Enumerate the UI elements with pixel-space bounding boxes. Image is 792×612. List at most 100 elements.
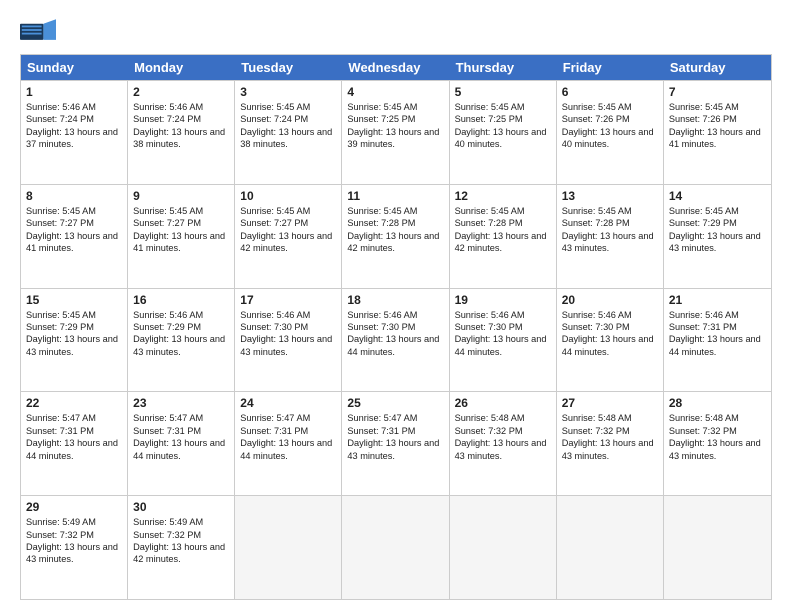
empty-cell (664, 496, 771, 599)
sunrise-text: Sunrise: 5:47 AM (240, 412, 336, 424)
empty-cell (235, 496, 342, 599)
day-number: 14 (669, 189, 766, 203)
sunrise-text: Sunrise: 5:47 AM (26, 412, 122, 424)
day-header-friday: Friday (557, 55, 664, 80)
day-cell-15: 15 Sunrise: 5:45 AM Sunset: 7:29 PM Dayl… (21, 289, 128, 392)
sunset-text: Sunset: 7:28 PM (562, 217, 658, 229)
daylight-text: Daylight: 13 hours and 43 minutes. (26, 333, 122, 358)
sunrise-text: Sunrise: 5:46 AM (347, 309, 443, 321)
day-number: 26 (455, 396, 551, 410)
day-number: 4 (347, 85, 443, 99)
daylight-text: Daylight: 13 hours and 40 minutes. (562, 126, 658, 151)
daylight-text: Daylight: 13 hours and 37 minutes. (26, 126, 122, 151)
calendar-row-4: 22 Sunrise: 5:47 AM Sunset: 7:31 PM Dayl… (21, 391, 771, 495)
day-number: 12 (455, 189, 551, 203)
sunrise-text: Sunrise: 5:48 AM (562, 412, 658, 424)
sunset-text: Sunset: 7:28 PM (347, 217, 443, 229)
daylight-text: Daylight: 13 hours and 44 minutes. (240, 437, 336, 462)
sunrise-text: Sunrise: 5:49 AM (26, 516, 122, 528)
daylight-text: Daylight: 13 hours and 40 minutes. (455, 126, 551, 151)
sunrise-text: Sunrise: 5:45 AM (240, 205, 336, 217)
sunset-text: Sunset: 7:29 PM (26, 321, 122, 333)
daylight-text: Daylight: 13 hours and 42 minutes. (455, 230, 551, 255)
day-number: 21 (669, 293, 766, 307)
sunset-text: Sunset: 7:31 PM (26, 425, 122, 437)
sunset-text: Sunset: 7:32 PM (669, 425, 766, 437)
day-cell-20: 20 Sunrise: 5:46 AM Sunset: 7:30 PM Dayl… (557, 289, 664, 392)
sunset-text: Sunset: 7:27 PM (240, 217, 336, 229)
day-cell-18: 18 Sunrise: 5:46 AM Sunset: 7:30 PM Dayl… (342, 289, 449, 392)
daylight-text: Daylight: 13 hours and 44 minutes. (347, 333, 443, 358)
calendar: SundayMondayTuesdayWednesdayThursdayFrid… (20, 54, 772, 600)
sunset-text: Sunset: 7:26 PM (669, 113, 766, 125)
sunrise-text: Sunrise: 5:46 AM (26, 101, 122, 113)
empty-cell (450, 496, 557, 599)
day-number: 13 (562, 189, 658, 203)
daylight-text: Daylight: 13 hours and 43 minutes. (347, 437, 443, 462)
day-number: 10 (240, 189, 336, 203)
day-number: 29 (26, 500, 122, 514)
day-number: 23 (133, 396, 229, 410)
day-cell-29: 29 Sunrise: 5:49 AM Sunset: 7:32 PM Dayl… (21, 496, 128, 599)
day-number: 9 (133, 189, 229, 203)
sunset-text: Sunset: 7:31 PM (347, 425, 443, 437)
sunrise-text: Sunrise: 5:46 AM (455, 309, 551, 321)
daylight-text: Daylight: 13 hours and 43 minutes. (562, 230, 658, 255)
day-number: 24 (240, 396, 336, 410)
sunrise-text: Sunrise: 5:45 AM (26, 309, 122, 321)
day-cell-7: 7 Sunrise: 5:45 AM Sunset: 7:26 PM Dayli… (664, 81, 771, 184)
sunset-text: Sunset: 7:32 PM (562, 425, 658, 437)
sunrise-text: Sunrise: 5:45 AM (455, 205, 551, 217)
day-number: 7 (669, 85, 766, 99)
day-header-tuesday: Tuesday (235, 55, 342, 80)
sunrise-text: Sunrise: 5:45 AM (347, 101, 443, 113)
sunset-text: Sunset: 7:27 PM (133, 217, 229, 229)
day-cell-27: 27 Sunrise: 5:48 AM Sunset: 7:32 PM Dayl… (557, 392, 664, 495)
logo-icon (20, 16, 56, 44)
sunset-text: Sunset: 7:24 PM (133, 113, 229, 125)
header (20, 16, 772, 44)
day-cell-14: 14 Sunrise: 5:45 AM Sunset: 7:29 PM Dayl… (664, 185, 771, 288)
day-number: 5 (455, 85, 551, 99)
day-cell-12: 12 Sunrise: 5:45 AM Sunset: 7:28 PM Dayl… (450, 185, 557, 288)
calendar-header: SundayMondayTuesdayWednesdayThursdayFrid… (21, 55, 771, 80)
day-number: 22 (26, 396, 122, 410)
sunset-text: Sunset: 7:30 PM (240, 321, 336, 333)
day-cell-21: 21 Sunrise: 5:46 AM Sunset: 7:31 PM Dayl… (664, 289, 771, 392)
sunrise-text: Sunrise: 5:45 AM (669, 101, 766, 113)
daylight-text: Daylight: 13 hours and 43 minutes. (26, 541, 122, 566)
day-header-monday: Monday (128, 55, 235, 80)
day-cell-25: 25 Sunrise: 5:47 AM Sunset: 7:31 PM Dayl… (342, 392, 449, 495)
day-number: 15 (26, 293, 122, 307)
sunset-text: Sunset: 7:30 PM (562, 321, 658, 333)
sunset-text: Sunset: 7:32 PM (26, 529, 122, 541)
sunrise-text: Sunrise: 5:48 AM (669, 412, 766, 424)
day-number: 11 (347, 189, 443, 203)
day-number: 19 (455, 293, 551, 307)
calendar-row-2: 8 Sunrise: 5:45 AM Sunset: 7:27 PM Dayli… (21, 184, 771, 288)
sunrise-text: Sunrise: 5:46 AM (133, 101, 229, 113)
sunrise-text: Sunrise: 5:45 AM (133, 205, 229, 217)
day-number: 28 (669, 396, 766, 410)
day-number: 25 (347, 396, 443, 410)
daylight-text: Daylight: 13 hours and 38 minutes. (133, 126, 229, 151)
sunset-text: Sunset: 7:26 PM (562, 113, 658, 125)
sunrise-text: Sunrise: 5:45 AM (562, 101, 658, 113)
daylight-text: Daylight: 13 hours and 39 minutes. (347, 126, 443, 151)
sunset-text: Sunset: 7:25 PM (347, 113, 443, 125)
day-number: 20 (562, 293, 658, 307)
day-header-wednesday: Wednesday (342, 55, 449, 80)
sunset-text: Sunset: 7:29 PM (669, 217, 766, 229)
sunrise-text: Sunrise: 5:45 AM (562, 205, 658, 217)
day-number: 8 (26, 189, 122, 203)
day-cell-4: 4 Sunrise: 5:45 AM Sunset: 7:25 PM Dayli… (342, 81, 449, 184)
day-header-thursday: Thursday (450, 55, 557, 80)
day-cell-5: 5 Sunrise: 5:45 AM Sunset: 7:25 PM Dayli… (450, 81, 557, 184)
day-cell-8: 8 Sunrise: 5:45 AM Sunset: 7:27 PM Dayli… (21, 185, 128, 288)
logo (20, 16, 62, 44)
calendar-row-3: 15 Sunrise: 5:45 AM Sunset: 7:29 PM Dayl… (21, 288, 771, 392)
page: SundayMondayTuesdayWednesdayThursdayFrid… (0, 0, 792, 612)
day-number: 18 (347, 293, 443, 307)
daylight-text: Daylight: 13 hours and 38 minutes. (240, 126, 336, 151)
day-cell-30: 30 Sunrise: 5:49 AM Sunset: 7:32 PM Dayl… (128, 496, 235, 599)
